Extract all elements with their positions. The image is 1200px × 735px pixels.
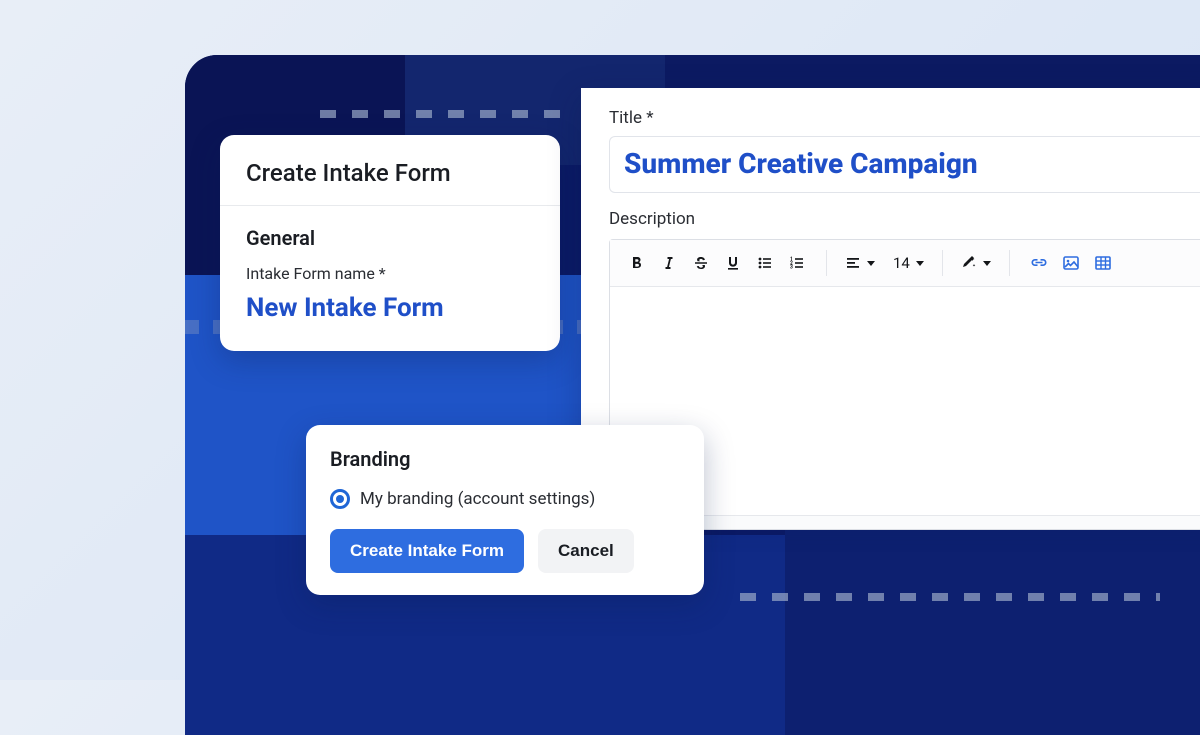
chevron-down-icon xyxy=(867,261,875,266)
intake-form-name-input[interactable]: New Intake Form xyxy=(246,293,534,323)
branding-radio-label: My branding (account settings) xyxy=(360,489,595,509)
cancel-button[interactable]: Cancel xyxy=(538,529,634,573)
magic-wand-dropdown[interactable] xyxy=(957,255,995,271)
unordered-list-icon[interactable] xyxy=(750,248,780,278)
font-size-value: 14 xyxy=(893,254,910,272)
create-intake-form-card: Create Intake Form General Intake Form n… xyxy=(220,135,560,351)
intake-form-name-label: Intake Form name * xyxy=(246,264,534,283)
branding-heading: Branding xyxy=(330,447,680,471)
image-icon[interactable] xyxy=(1056,248,1086,278)
description-label: Description xyxy=(609,209,1200,229)
ordered-list-icon[interactable]: 123 xyxy=(782,248,812,278)
font-size-dropdown[interactable]: 14 xyxy=(889,254,928,272)
decorative-dashes xyxy=(740,593,1160,601)
svg-text:3: 3 xyxy=(790,265,793,271)
underline-icon[interactable] xyxy=(718,248,748,278)
section-general-heading: General xyxy=(246,226,534,250)
branding-radio-my-branding[interactable]: My branding (account settings) xyxy=(330,489,680,509)
align-dropdown[interactable] xyxy=(841,255,879,271)
editor-toolbar: 123 14 xyxy=(610,240,1200,287)
radio-selected-icon xyxy=(330,489,350,509)
decorative-dashes xyxy=(320,110,570,118)
chevron-down-icon xyxy=(983,261,991,266)
italic-icon[interactable] xyxy=(654,248,684,278)
table-icon[interactable] xyxy=(1088,248,1118,278)
chevron-down-icon xyxy=(916,261,924,266)
bold-icon[interactable] xyxy=(622,248,652,278)
title-label: Title * xyxy=(609,108,1200,128)
link-icon[interactable] xyxy=(1024,248,1054,278)
title-input[interactable]: Summer Creative Campaign xyxy=(609,136,1200,193)
card-title: Create Intake Form xyxy=(220,135,560,206)
create-intake-form-button[interactable]: Create Intake Form xyxy=(330,529,524,573)
branding-card: Branding My branding (account settings) … xyxy=(306,425,704,595)
strikethrough-icon[interactable] xyxy=(686,248,716,278)
